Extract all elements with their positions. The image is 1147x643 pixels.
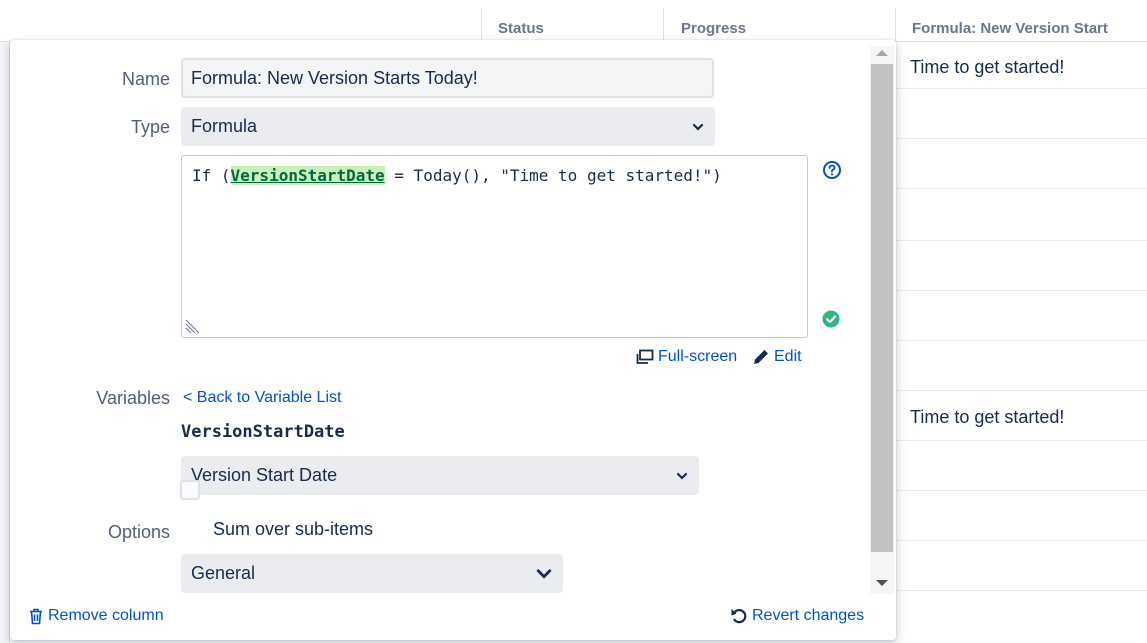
type-select[interactable]: Formula bbox=[181, 107, 715, 146]
row-divider bbox=[896, 490, 1147, 491]
revert-changes-link[interactable]: Revert changes bbox=[730, 607, 864, 625]
column-header-formula[interactable]: Formula: New Version Start bbox=[912, 0, 1147, 42]
back-to-variable-list-link[interactable]: < Back to Variable List bbox=[183, 389, 341, 407]
formula-text-prefix: If ( bbox=[192, 166, 231, 185]
remove-column-link[interactable]: Remove column bbox=[28, 607, 164, 625]
row-divider bbox=[896, 590, 1147, 591]
format-select-value: General bbox=[191, 563, 256, 583]
chevron-down-icon bbox=[676, 472, 688, 480]
column-header-status[interactable]: Status bbox=[498, 0, 648, 42]
pencil-icon bbox=[754, 350, 768, 364]
scroll-up-arrow-icon[interactable] bbox=[876, 50, 888, 56]
fullscreen-label: Full-screen bbox=[658, 348, 738, 365]
column-separator bbox=[663, 8, 664, 42]
formula-text-suffix: = Today(), "Time to get started!") bbox=[384, 166, 722, 185]
left-strip bbox=[0, 42, 10, 643]
type-select-value: Formula bbox=[191, 116, 258, 136]
formula-variable-token[interactable]: VersionStartDate bbox=[230, 166, 385, 185]
scrollbar-thumb[interactable] bbox=[871, 64, 893, 552]
chevron-down-icon bbox=[536, 568, 552, 579]
options-label: Options bbox=[107, 522, 170, 542]
row-divider bbox=[896, 138, 1147, 139]
remove-column-label: Remove column bbox=[48, 607, 164, 624]
revert-changes-label: Revert changes bbox=[752, 607, 865, 624]
column-editor-panel: Name Formula: New Version Starts Today! … bbox=[10, 40, 896, 640]
variable-mapping-select[interactable]: Version Start Date bbox=[181, 456, 699, 495]
edit-label: Edit bbox=[774, 348, 802, 365]
formula-editor[interactable]: If (VersionStartDate = Today(), "Time to… bbox=[181, 155, 808, 338]
row-divider bbox=[896, 188, 1147, 189]
grid-cell: Time to get started! bbox=[910, 407, 1065, 427]
type-label: Type bbox=[130, 117, 170, 137]
variables-label: Variables bbox=[96, 388, 170, 408]
variable-mapping-value: Version Start Date bbox=[191, 465, 338, 485]
scroll-down-arrow-icon[interactable] bbox=[876, 580, 888, 586]
row-divider bbox=[896, 340, 1147, 341]
row-divider bbox=[896, 390, 1147, 391]
name-input[interactable]: Formula: New Version Starts Today! bbox=[181, 58, 714, 98]
fullscreen-icon bbox=[636, 349, 654, 364]
resize-handle-icon[interactable] bbox=[185, 320, 199, 334]
column-header-progress[interactable]: Progress bbox=[681, 0, 861, 42]
undo-icon bbox=[731, 609, 747, 624]
column-separator bbox=[481, 8, 482, 42]
chevron-down-icon bbox=[692, 123, 704, 131]
column-separator bbox=[895, 8, 896, 42]
help-icon[interactable] bbox=[822, 160, 842, 180]
edit-link[interactable]: Edit bbox=[752, 348, 802, 366]
grid-cell: Time to get started! bbox=[910, 57, 1065, 77]
sum-over-subitems-checkbox[interactable] bbox=[180, 480, 200, 500]
row-divider bbox=[896, 88, 1147, 89]
trash-icon bbox=[30, 608, 42, 624]
row-divider bbox=[896, 240, 1147, 241]
row-divider bbox=[896, 290, 1147, 291]
valid-check-icon bbox=[822, 310, 840, 328]
fullscreen-link[interactable]: Full-screen bbox=[636, 348, 737, 366]
variable-name: VersionStartDate bbox=[181, 422, 345, 442]
format-select[interactable]: General bbox=[181, 554, 563, 593]
name-label: Name bbox=[121, 69, 170, 89]
row-divider bbox=[896, 540, 1147, 541]
sum-over-subitems-label[interactable]: Sum over sub-items bbox=[213, 519, 373, 540]
grid-header: Status Progress Formula: New Version Sta… bbox=[0, 0, 1147, 42]
row-divider bbox=[896, 440, 1147, 441]
